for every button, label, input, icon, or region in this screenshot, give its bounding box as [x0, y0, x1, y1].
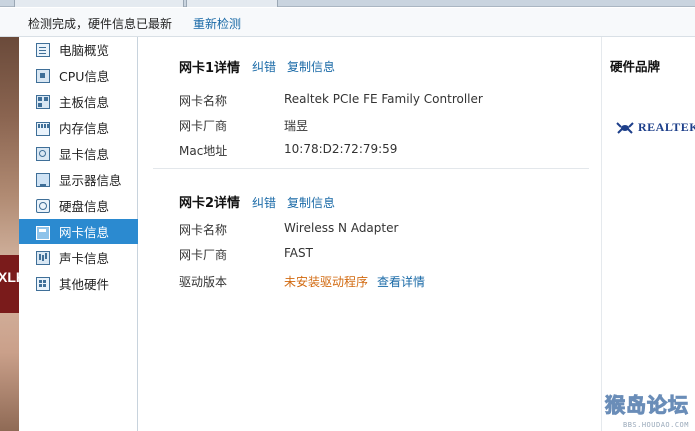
sidebar-item-label: 电脑概览 [59, 43, 110, 58]
sidebar-item-hard-disk[interactable]: 硬盘信息 [19, 193, 138, 218]
background-image-strip: XLK [0, 37, 26, 431]
sidebar-item-label: 显示器信息 [59, 173, 122, 188]
memory-icon [36, 122, 50, 136]
nic2-copy-link[interactable]: 复制信息 [287, 194, 335, 211]
motherboard-icon [36, 94, 50, 109]
nic2-driver-value: 未安装驱动程序 [284, 275, 369, 289]
sidebar: 电脑概览 CPU信息 主板信息 内存信息 显卡信息 显示器信息 硬盘信息 网卡信… [19, 37, 138, 431]
network-card-icon [36, 225, 50, 240]
other-hardware-icon [36, 276, 50, 291]
nic1-name-label: 网卡名称 [179, 94, 228, 108]
hard-disk-icon [36, 198, 50, 213]
nic2-vendor-label: 网卡厂商 [179, 248, 228, 262]
sidebar-item-other-hardware[interactable]: 其他硬件 [19, 271, 138, 296]
nic2-correct-link[interactable]: 纠错 [252, 194, 276, 211]
nic1-mac-value: 10:78:D2:72:79:59 [284, 142, 398, 156]
sidebar-item-sound-card[interactable]: 声卡信息 [19, 245, 138, 270]
sound-card-icon [36, 250, 50, 265]
tab-partial-1[interactable] [14, 0, 184, 7]
graphics-card-icon [36, 146, 50, 161]
overview-icon [36, 42, 50, 57]
sidebar-item-overview[interactable]: 电脑概览 [19, 37, 138, 62]
sidebar-item-label: 主板信息 [59, 95, 110, 110]
sidebar-item-label: 显卡信息 [59, 147, 110, 162]
sidebar-item-motherboard[interactable]: 主板信息 [19, 89, 138, 114]
tab-partial-2[interactable] [186, 0, 278, 7]
nic2-name-value: Wireless N Adapter [284, 221, 399, 235]
sidebar-item-cpu[interactable]: CPU信息 [19, 63, 138, 88]
nic1-copy-link[interactable]: 复制信息 [287, 58, 335, 75]
nic2-driver-details-link[interactable]: 查看详情 [377, 273, 425, 290]
brand-title: 硬件品牌 [610, 59, 661, 74]
sidebar-item-label: 其他硬件 [59, 277, 110, 292]
sidebar-item-monitor[interactable]: 显示器信息 [19, 167, 138, 192]
forum-watermark-url: BBS.HOUDAO.COM [622, 421, 689, 429]
sidebar-item-network-card[interactable]: 网卡信息 [19, 219, 138, 244]
sidebar-item-label: 声卡信息 [59, 251, 110, 266]
sidebar-item-memory[interactable]: 内存信息 [19, 115, 138, 140]
nic1-vendor-label: 网卡厂商 [179, 119, 228, 133]
section-divider [153, 168, 589, 169]
sidebar-item-label: 网卡信息 [59, 225, 110, 240]
sidebar-item-label: 硬盘信息 [59, 199, 110, 214]
nic1-name-value: Realtek PCIe FE Family Controller [284, 92, 483, 106]
sidebar-item-label: CPU信息 [59, 69, 110, 84]
realtek-crab-icon [616, 121, 634, 134]
status-message: 检测完成，硬件信息已最新 [28, 17, 173, 31]
realtek-logo-text: REALTEK [638, 120, 695, 134]
forum-watermark: 猴岛论坛 [605, 393, 689, 418]
sidebar-item-label: 内存信息 [59, 121, 110, 136]
nic2-vendor-value: FAST [284, 246, 313, 260]
nic2-title: 网卡2详情 [179, 196, 241, 211]
brand-panel: 硬件品牌 REALTEK [601, 37, 695, 431]
nic1-correct-link[interactable]: 纠错 [252, 58, 276, 75]
nic2-driver-label: 驱动版本 [179, 275, 228, 289]
nic1-vendor-value: 瑞昱 [284, 119, 309, 133]
nic1-mac-label: Mac地址 [179, 144, 228, 158]
nic1-title: 网卡1详情 [179, 61, 241, 76]
monitor-icon [36, 172, 50, 187]
cpu-icon [36, 68, 50, 83]
rescan-link[interactable]: 重新检测 [193, 15, 241, 32]
sidebar-item-graphics[interactable]: 显卡信息 [19, 141, 138, 166]
nic2-name-label: 网卡名称 [179, 223, 228, 237]
main-content: 网卡1详情 纠错 复制信息 网卡名称 Realtek PCIe FE Famil… [139, 37, 601, 431]
tab-strip [0, 0, 695, 7]
hardware-info-window: 检测完成，硬件信息已最新 重新检测 XLK 电脑概览 CPU信息 主板信息 内存… [0, 0, 695, 431]
status-bar: 检测完成，硬件信息已最新 重新检测 [0, 8, 695, 37]
realtek-logo[interactable]: REALTEK [615, 120, 695, 135]
